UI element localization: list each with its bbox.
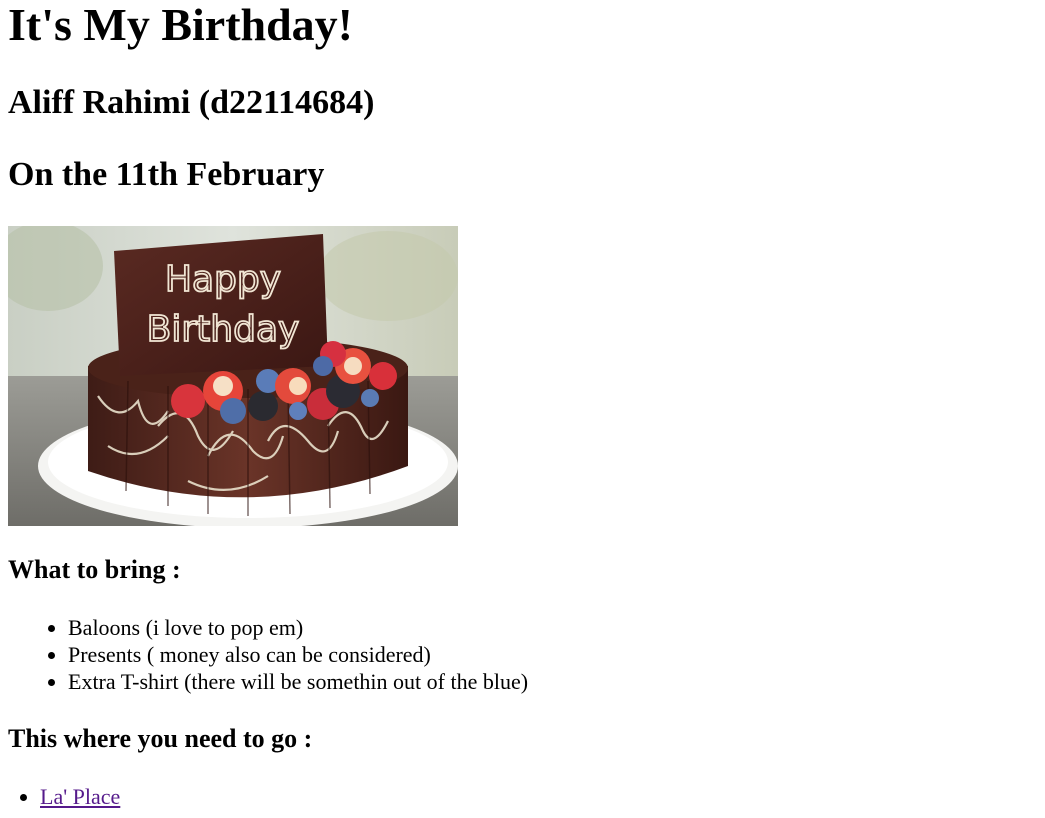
name-heading: Aliff Rahimi (d22114684) [8, 84, 375, 121]
page-title: It's My Birthday! [8, 0, 353, 50]
location-heading: This where you need to go : [8, 724, 313, 753]
place-link[interactable]: La' Place [40, 784, 120, 809]
plaque-text-birthday: Birthday [147, 309, 300, 350]
what-to-bring-heading: What to bring : [8, 555, 181, 584]
bring-list: Baloons (i love to pop em) Presents ( mo… [28, 614, 528, 695]
list-item: Presents ( money also can be considered) [68, 641, 528, 668]
birthday-cake-image: Happy Birthday [0, 221, 458, 528]
place-list: La' Place [0, 783, 120, 810]
list-item: La' Place [40, 783, 120, 810]
list-item: Extra T-shirt (there will be somethin ou… [68, 668, 528, 695]
list-item: Baloons (i love to pop em) [68, 614, 528, 641]
date-heading: On the 11th February [8, 156, 325, 193]
plaque-text-happy: Happy [165, 259, 281, 300]
